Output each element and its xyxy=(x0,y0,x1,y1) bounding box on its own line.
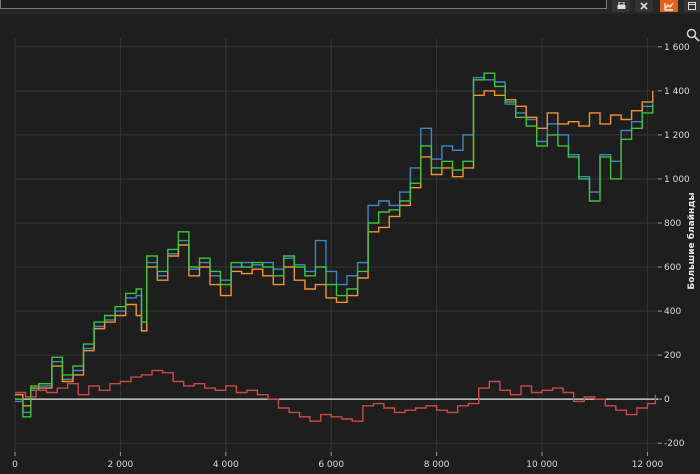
y-axis-label: Большие блайнды xyxy=(686,192,697,289)
y-tick-label: 1 400 xyxy=(664,87,690,97)
x-tick-label: 2 000 xyxy=(108,460,134,470)
series-line-1 xyxy=(15,76,654,414)
y-tick-label: 800 xyxy=(664,219,681,229)
y-tick-label: 1 600 xyxy=(664,43,690,53)
series-line-4 xyxy=(15,369,657,422)
y-tick-label: 400 xyxy=(664,307,681,317)
y-axis-ticks: -200 0 200 400 600 800 1 000 1 200 1 400 1 600 xyxy=(658,43,690,449)
series-line-2 xyxy=(15,90,654,407)
y-tick-label: 0 xyxy=(664,395,670,405)
y-tick-label: -200 xyxy=(664,439,685,449)
x-tick-label: 8 000 xyxy=(424,460,450,470)
y-tick-label: 1 000 xyxy=(664,175,690,185)
y-tick-label: 600 xyxy=(664,263,681,273)
grid xyxy=(14,38,658,452)
y-tick-label: 200 xyxy=(664,351,681,361)
series-line-3 xyxy=(15,72,654,418)
x-tick-label: 12 000 xyxy=(632,460,664,470)
x-tick-label: 0 xyxy=(12,460,18,470)
series-lines xyxy=(15,72,657,422)
x-axis-ticks: 0 2 000 4 000 6 000 8 000 10 000 12 000 xyxy=(12,452,663,470)
profit-chart: 0 2 000 4 000 6 000 8 000 10 000 12 000 -200 0 2… xyxy=(12,38,697,470)
x-tick-label: 6 000 xyxy=(318,460,344,470)
x-tick-label: 10 000 xyxy=(526,460,558,470)
x-tick-label: 4 000 xyxy=(213,460,239,470)
y-tick-label: 1 200 xyxy=(664,131,690,141)
